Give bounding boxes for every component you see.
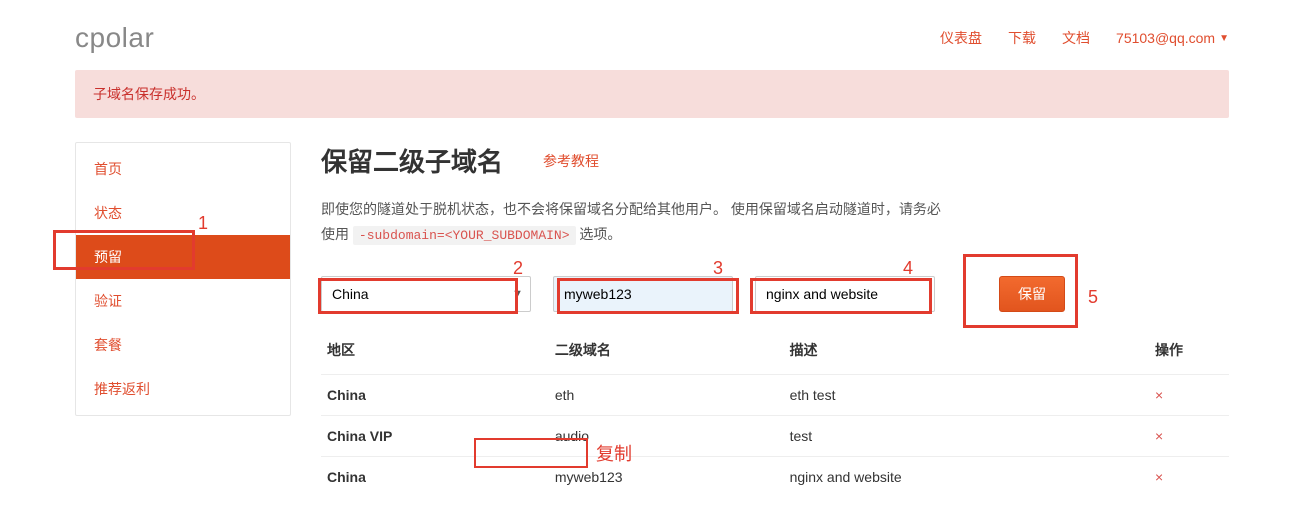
cell-region: China VIP — [321, 415, 549, 456]
sidebar-item-verify[interactable]: 验证 — [76, 279, 290, 323]
topbar: cpolar 仪表盘 下载 文档 75103@qq.com ▼ — [75, 10, 1229, 70]
alert-success: 子域名保存成功。 — [75, 70, 1229, 118]
sidebar-item-status[interactable]: 状态 — [76, 191, 290, 235]
nav-download[interactable]: 下载 — [1008, 28, 1036, 48]
user-email: 75103@qq.com — [1116, 30, 1215, 46]
main-content: 保留二级子域名 参考教程 即使您的隧道处于脱机状态，也不会将保留域名分配给其他用… — [321, 142, 1229, 497]
cell-desc: nginx and website — [784, 456, 1149, 497]
page-title: 保留二级子域名 — [321, 142, 503, 179]
cell-subdomain: myweb123 — [549, 456, 784, 497]
cell-region: China — [321, 374, 549, 415]
logo: cpolar — [75, 22, 154, 54]
topnav: 仪表盘 下载 文档 75103@qq.com ▼ — [940, 28, 1229, 48]
subdomain-input[interactable] — [553, 276, 733, 312]
sidebar: 首页 状态 预留 验证 套餐 推荐返利 — [75, 142, 291, 416]
sidebar-item-referral[interactable]: 推荐返利 — [76, 367, 290, 411]
sidebar-item-home[interactable]: 首页 — [76, 147, 290, 191]
cell-subdomain: eth — [549, 374, 784, 415]
table-row: China eth eth test × — [321, 374, 1229, 415]
delete-button[interactable]: × — [1155, 387, 1163, 403]
reserve-button[interactable]: 保留 — [999, 276, 1065, 312]
cell-region: China — [321, 456, 549, 497]
th-desc: 描述 — [784, 330, 1149, 375]
table-row: China VIP audio test × — [321, 415, 1229, 456]
reserve-form: China ▼ 保留 — [321, 276, 1229, 312]
th-region: 地区 — [321, 330, 549, 375]
reference-link[interactable]: 参考教程 — [543, 151, 599, 171]
sidebar-item-plan[interactable]: 套餐 — [76, 323, 290, 367]
code-chip: -subdomain=<YOUR_SUBDOMAIN> — [353, 226, 576, 245]
nav-dashboard[interactable]: 仪表盘 — [940, 28, 982, 48]
cell-desc: test — [784, 415, 1149, 456]
cell-subdomain: audio — [549, 415, 784, 456]
page-description: 即使您的隧道处于脱机状态，也不会将保留域名分配给其他用户。 使用保留域名启动隧道… — [321, 197, 941, 248]
desc-text-2: 选项。 — [579, 226, 621, 242]
chevron-down-icon: ▼ — [1219, 33, 1229, 44]
delete-button[interactable]: × — [1155, 469, 1163, 485]
description-input[interactable] — [755, 276, 935, 312]
reserved-table: 地区 二级域名 描述 操作 China eth eth test × China… — [321, 330, 1229, 497]
sidebar-item-reserved[interactable]: 预留 — [76, 235, 290, 279]
nav-docs[interactable]: 文档 — [1062, 28, 1090, 48]
th-action: 操作 — [1149, 330, 1229, 375]
cell-desc: eth test — [784, 374, 1149, 415]
th-subdomain: 二级域名 — [549, 330, 784, 375]
delete-button[interactable]: × — [1155, 428, 1163, 444]
nav-user-dropdown[interactable]: 75103@qq.com ▼ — [1116, 30, 1229, 46]
region-select[interactable]: China — [321, 276, 531, 312]
table-row: China myweb123 nginx and website × — [321, 456, 1229, 497]
